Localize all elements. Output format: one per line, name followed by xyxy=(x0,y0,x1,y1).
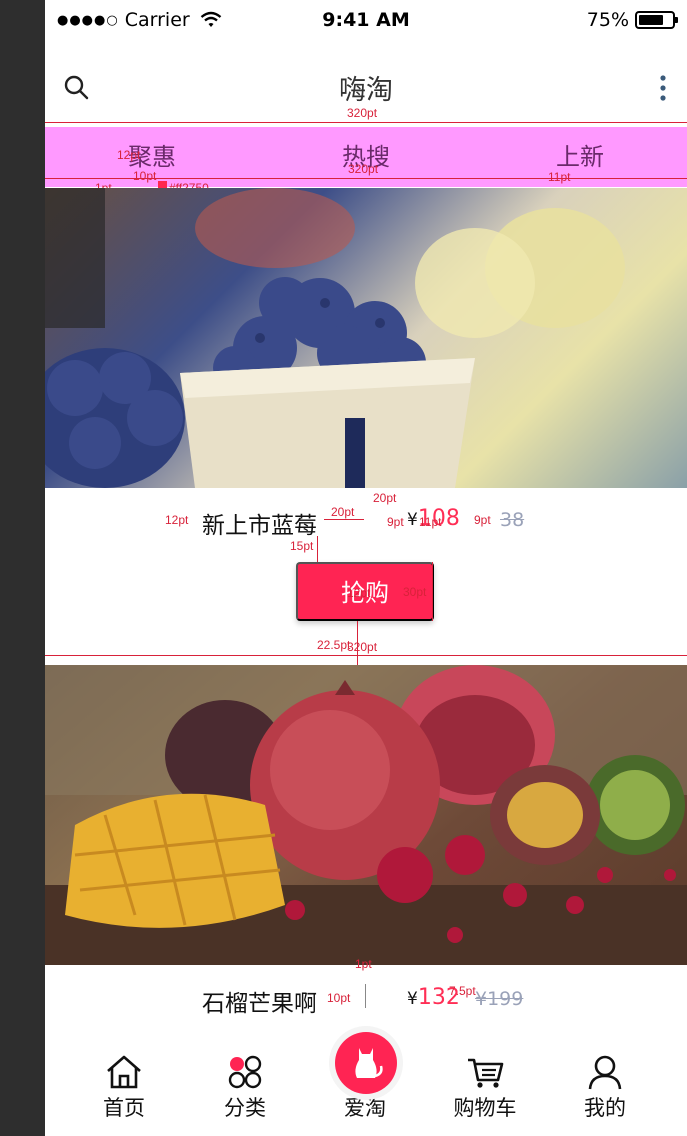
annotation-width: 320pt xyxy=(347,640,378,654)
blueberry-illustration xyxy=(45,188,625,488)
annotation-gap: 9pt xyxy=(387,515,404,529)
annotation-gap: 11pt xyxy=(419,515,442,529)
annotation-width: 320pt xyxy=(347,106,378,120)
annotation-line xyxy=(45,655,687,656)
annotation-line xyxy=(317,536,318,562)
annotation-line xyxy=(432,562,433,621)
annotation-font-size: 12pt xyxy=(347,586,371,600)
tab-cart[interactable]: 购物车 xyxy=(435,1054,535,1122)
user-icon xyxy=(588,1055,622,1090)
tab-label: 分类 xyxy=(224,1096,266,1120)
tab-aitao[interactable]: 爱淘 xyxy=(315,1090,415,1122)
page-title: 嗨淘 xyxy=(339,75,393,106)
annotation-font-size: 12pt xyxy=(117,148,141,162)
product-image-blueberry[interactable] xyxy=(45,188,687,488)
tab-label: 首页 xyxy=(103,1096,145,1120)
product-name: 新上市蓝莓 xyxy=(202,513,317,539)
category-icon xyxy=(228,1055,262,1089)
tab-mine[interactable]: 我的 xyxy=(555,1054,655,1122)
annotation-gap: 11pt xyxy=(548,170,571,184)
aitao-center-button[interactable] xyxy=(335,1032,397,1094)
cart-icon xyxy=(468,1058,504,1088)
pomegranate-mango-illustration xyxy=(45,665,687,965)
old-price: 38 xyxy=(500,509,525,531)
annotation-gap: 22.5pt xyxy=(317,638,351,652)
annotation-gap: 9pt xyxy=(474,513,491,527)
more-vertical-icon[interactable] xyxy=(659,74,667,102)
tab-label: 我的 xyxy=(584,1096,626,1120)
tab-category[interactable]: 分类 xyxy=(195,1054,295,1122)
annotation-line xyxy=(357,621,358,665)
home-icon xyxy=(107,1055,141,1089)
annotation-line xyxy=(45,122,687,123)
annotation-stroke: 1pt xyxy=(355,957,372,971)
annotation-font-size: 12pt xyxy=(165,513,189,527)
annotation-gap: 7.5pt xyxy=(449,984,476,998)
tab-label: 购物车 xyxy=(453,1096,517,1120)
currency-symbol: ¥ xyxy=(407,510,418,530)
annotation-gap: 10pt xyxy=(133,169,157,183)
annotation-gap: 20pt xyxy=(373,491,397,505)
product-name: 石榴芒果啊 xyxy=(202,991,317,1017)
battery-percent: 75% xyxy=(586,9,629,31)
tab-label: 爱淘 xyxy=(344,1096,386,1120)
old-price: ¥199 xyxy=(475,988,524,1010)
cat-icon xyxy=(355,1048,383,1078)
annotation-gap: 20pt xyxy=(331,505,355,519)
app-screen: ●●●●○ Carrier 9:41 AM 75% 嗨淘 320pt 聚惠 热搜… xyxy=(45,0,687,1136)
currency-symbol: ¥ xyxy=(407,989,418,1009)
status-bar: ●●●●○ Carrier 9:41 AM 75% xyxy=(45,0,687,40)
divider xyxy=(365,984,366,1008)
tab-home[interactable]: 首页 xyxy=(74,1054,174,1122)
annotation-line xyxy=(324,519,364,520)
battery-icon xyxy=(635,11,678,29)
product-image-pomegranate-mango[interactable] xyxy=(45,665,687,965)
annotation-button-height: 30pt xyxy=(403,585,427,599)
annotation-gap: 10pt xyxy=(327,991,351,1005)
annotation-gap: 15pt xyxy=(290,539,314,553)
annotation-width: 320pt xyxy=(348,162,379,176)
